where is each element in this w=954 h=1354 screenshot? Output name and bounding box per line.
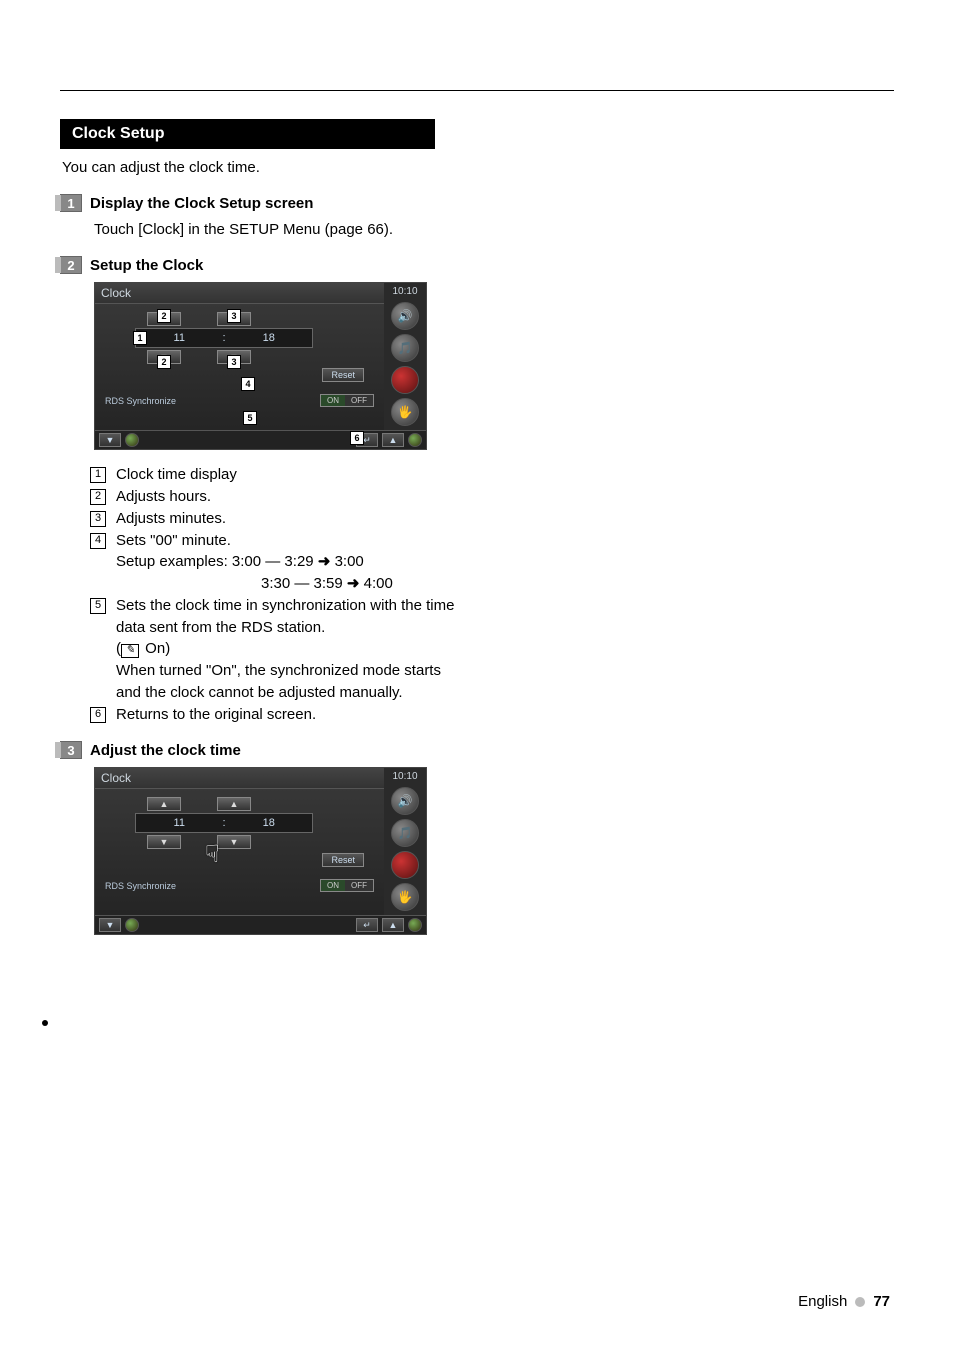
side-icon-4[interactable]: 🖐 xyxy=(391,398,419,426)
footer-language: English xyxy=(798,1293,847,1310)
bottom-scroll-up[interactable]: ▲ xyxy=(382,918,404,932)
time-display: 11 : 18 xyxy=(135,813,313,833)
callout-2: 2 xyxy=(157,355,171,369)
legend-num: 4 xyxy=(90,533,106,549)
hour-value: 11 xyxy=(136,817,222,829)
ui-title: Clock xyxy=(95,768,384,789)
rds-on: ON xyxy=(321,395,345,406)
rds-on: ON xyxy=(321,880,345,891)
side-icon-2[interactable]: 🎵 xyxy=(391,819,419,847)
minute-up-button[interactable]: ▲ xyxy=(217,797,251,811)
return-button[interactable]: ↵ xyxy=(356,918,378,932)
side-icon-2[interactable]: 🎵 xyxy=(391,334,419,362)
callout-3: 3 xyxy=(227,309,241,323)
section-intro: You can adjust the clock time. xyxy=(62,159,460,176)
step-number-badge: 1 xyxy=(60,194,82,212)
bottom-indicator-left xyxy=(125,433,139,447)
hour-down-button[interactable]: ▼ xyxy=(147,835,181,849)
legend-text: Sets "00" minute. Setup examples: 3:00 —… xyxy=(116,530,460,595)
legend-text: Sets the clock time in synchronization w… xyxy=(116,595,460,704)
legend-num: 3 xyxy=(90,511,106,527)
bottom-indicator-right xyxy=(408,433,422,447)
bottom-indicator-right xyxy=(408,918,422,932)
rds-on-off-toggle[interactable]: ON OFF xyxy=(320,879,374,892)
legend-num: 2 xyxy=(90,489,106,505)
legend-text: Adjusts hours. xyxy=(116,486,460,508)
hour-up-button[interactable]: ▲ xyxy=(147,797,181,811)
callout-1: 1 xyxy=(133,331,147,345)
side-icon-3[interactable] xyxy=(391,851,419,879)
callout-4: 4 xyxy=(241,377,255,391)
bottom-indicator-left xyxy=(125,918,139,932)
arrow-right-icon: ➜ xyxy=(347,575,360,592)
legend-num: 5 xyxy=(90,598,106,614)
step-1-header: 1 Display the Clock Setup screen xyxy=(60,194,460,212)
reset-button[interactable]: Reset xyxy=(322,853,364,867)
legend-num: 1 xyxy=(90,467,106,483)
side-icon-4[interactable]: 🖐 xyxy=(391,883,419,911)
minute-value: 18 xyxy=(226,332,312,344)
side-icon-1[interactable]: 🔊 xyxy=(391,787,419,815)
step-number-badge: 2 xyxy=(60,256,82,274)
bottom-scroll-up[interactable]: ▲ xyxy=(382,433,404,447)
step-number-badge: 3 xyxy=(60,741,82,759)
page-number: 77 xyxy=(873,1293,890,1310)
minute-value: 18 xyxy=(226,817,312,829)
rds-off: OFF xyxy=(345,395,373,406)
legend-text: Clock time display xyxy=(116,464,460,486)
section-title: Clock Setup xyxy=(60,119,435,149)
clock-ui-annotated: Clock ▲ ▲ 11 : 18 ▼ ▼ xyxy=(94,282,427,450)
minute-down-button[interactable]: ▼ xyxy=(217,835,251,849)
rds-label: RDS Synchronize xyxy=(105,396,176,406)
side-icon-3[interactable] xyxy=(391,366,419,394)
hour-value: 11 xyxy=(136,332,222,344)
reset-button[interactable]: Reset xyxy=(322,368,364,382)
legend-text: Adjusts minutes. xyxy=(116,508,460,530)
step-1-title: Display the Clock Setup screen xyxy=(90,195,313,212)
margin-dot xyxy=(42,1020,48,1026)
rds-label: RDS Synchronize xyxy=(105,881,176,891)
step-3-title: Adjust the clock time xyxy=(90,742,241,759)
factory-default-icon: ✎ xyxy=(121,644,139,658)
ui-clock-readout: 10:10 xyxy=(392,285,417,298)
ui-title: Clock xyxy=(95,283,384,304)
step-2-header: 2 Setup the Clock xyxy=(60,256,460,274)
arrow-right-icon: ➜ xyxy=(318,553,331,570)
time-display: 11 : 18 xyxy=(135,328,313,348)
step-3-header: 3 Adjust the clock time xyxy=(60,741,460,759)
callout-6: 6 xyxy=(350,431,364,445)
footer-dot-icon xyxy=(855,1297,865,1307)
side-icon-1[interactable]: 🔊 xyxy=(391,302,419,330)
callout-2: 2 xyxy=(157,309,171,323)
rds-on-off-toggle[interactable]: ON OFF xyxy=(320,394,374,407)
clock-ui-touch: Clock ▲ ▲ 11 : 18 ▼ ▼ xyxy=(94,767,427,935)
rds-off: OFF xyxy=(345,880,373,891)
legend-num: 6 xyxy=(90,707,106,723)
ui-clock-readout: 10:10 xyxy=(392,770,417,783)
page-footer: English 77 xyxy=(798,1293,890,1310)
bottom-scroll-down[interactable]: ▼ xyxy=(99,433,121,447)
step-2-title: Setup the Clock xyxy=(90,257,203,274)
callout-5: 5 xyxy=(243,411,257,425)
callout-legend: 1 Clock time display 2 Adjusts hours. 3 Adj… xyxy=(90,464,460,725)
step-1-body: Touch [Clock] in the SETUP Menu (page 66… xyxy=(94,220,460,240)
header-rule xyxy=(60,90,894,91)
bottom-scroll-down[interactable]: ▼ xyxy=(99,918,121,932)
legend-text: Returns to the original screen. xyxy=(116,704,460,726)
callout-3: 3 xyxy=(227,355,241,369)
